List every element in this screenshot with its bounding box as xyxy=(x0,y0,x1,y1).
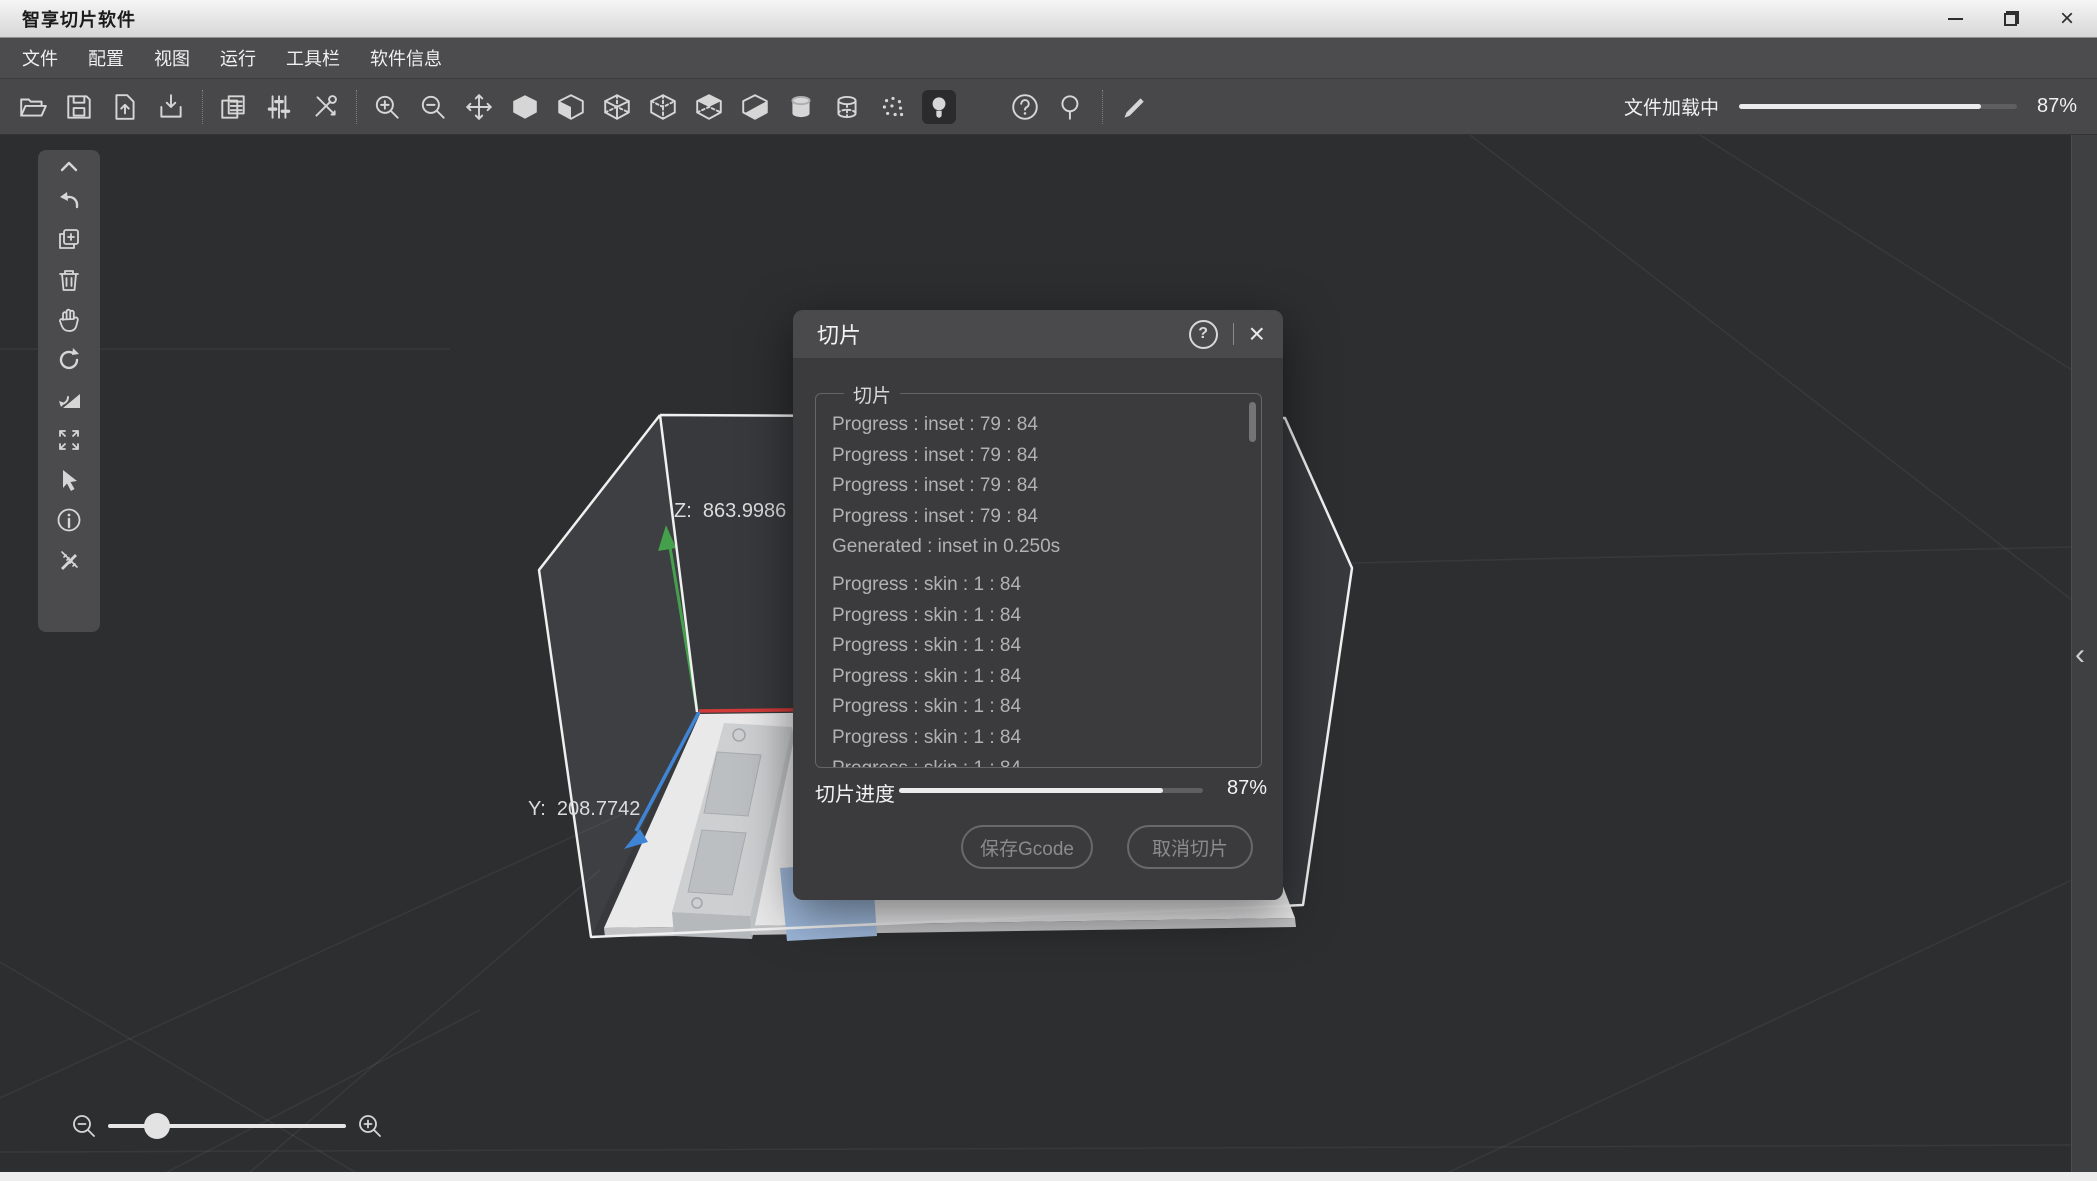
view-cylinder-wire-icon[interactable] xyxy=(830,90,864,124)
view-wireframe-icon[interactable] xyxy=(600,90,634,124)
view-hidden-wire-icon[interactable] xyxy=(646,90,680,124)
log-line: Progress : skin : 1 : 84 xyxy=(832,662,1237,693)
zoom-in-icon[interactable] xyxy=(370,90,404,124)
right-panel-strip: ‹ xyxy=(2071,135,2097,1172)
delete-model-icon[interactable] xyxy=(49,260,89,300)
close-icon: × xyxy=(2060,7,2074,31)
window-titlebar: 智享切片软件 × xyxy=(0,0,2097,38)
undo-icon[interactable] xyxy=(49,180,89,220)
scale-expand-icon[interactable] xyxy=(49,420,89,460)
view-solid-icon[interactable] xyxy=(508,90,542,124)
menu-toolbar[interactable]: 工具栏 xyxy=(286,45,340,71)
view-zoom-control xyxy=(70,1112,384,1140)
log-scrollbar-thumb[interactable] xyxy=(1249,402,1256,442)
parameter-sliders-icon[interactable] xyxy=(262,90,296,124)
dialog-separator xyxy=(1233,323,1234,345)
save-gcode-button[interactable]: 保存Gcode xyxy=(961,825,1093,869)
zoom-out-slider-icon[interactable] xyxy=(70,1112,98,1140)
open-file-icon[interactable] xyxy=(16,90,50,124)
log-line: Progress : inset : 79 : 84 xyxy=(832,502,1237,533)
window-title: 智享切片软件 xyxy=(22,6,136,32)
zoom-slider-track[interactable] xyxy=(108,1124,346,1128)
save-file-icon[interactable] xyxy=(62,90,96,124)
zoom-in-slider-icon[interactable] xyxy=(356,1112,384,1140)
view-faces-icon[interactable] xyxy=(554,90,588,124)
view-bottom-icon[interactable] xyxy=(692,90,726,124)
expand-panel-chevron[interactable]: ‹ xyxy=(2075,640,2085,670)
log-line: Generated : inset in 0.250s xyxy=(832,532,1237,563)
log-line: Progress : skin : 1 : 84 xyxy=(832,631,1237,662)
light-toggle-icon[interactable] xyxy=(922,90,956,124)
export-model-icon[interactable] xyxy=(154,90,188,124)
log-line: Progress : skin : 1 : 84 xyxy=(832,570,1237,601)
slicing-log-groupbox: 切片 Progress : inset : 79 : 84 Progress :… xyxy=(815,393,1262,768)
slicing-progress-fill xyxy=(899,788,1163,793)
view-points-icon[interactable] xyxy=(876,90,910,124)
minimize-icon xyxy=(1948,18,1963,20)
dialog-help-button[interactable]: ? xyxy=(1189,320,1218,349)
view-cylinder-icon[interactable] xyxy=(784,90,818,124)
slicing-log-list[interactable]: Progress : inset : 79 : 84 Progress : in… xyxy=(816,394,1261,767)
slicing-progressbar xyxy=(899,788,1203,793)
menu-file[interactable]: 文件 xyxy=(22,45,58,71)
toolbar-separator xyxy=(1102,90,1104,124)
z-axis-value-label: Z: 863.9986 xyxy=(674,500,786,523)
slicing-progress-label: 切片进度 xyxy=(815,778,895,807)
bottom-edge-strip xyxy=(0,1172,2097,1181)
dialog-close-button[interactable]: × xyxy=(1249,320,1265,348)
log-line: Progress : skin : 1 : 84 xyxy=(832,692,1237,723)
file-loading-percent: 87% xyxy=(2037,95,2077,118)
file-loading-progress-fill xyxy=(1739,104,1981,109)
log-line: Progress : inset : 79 : 84 xyxy=(832,441,1237,472)
menu-run[interactable]: 运行 xyxy=(220,45,256,71)
rotate-model-icon[interactable] xyxy=(49,340,89,380)
slicing-progress-percent: 87% xyxy=(1227,777,1267,800)
measure-pen-icon[interactable] xyxy=(1116,90,1150,124)
move-view-icon[interactable] xyxy=(462,90,496,124)
log-line: Progress : skin : 1 : 84 xyxy=(832,601,1237,632)
y-axis-value-label: Y: 208.7742 xyxy=(528,798,640,821)
pan-hand-icon[interactable] xyxy=(49,300,89,340)
minimize-button[interactable] xyxy=(1941,5,1969,33)
viewport-3d[interactable]: Z: 863.9986 Y: 208.7742 xyxy=(0,135,2097,1181)
search-icon[interactable] xyxy=(1054,90,1088,124)
batch-copy-icon[interactable] xyxy=(216,90,250,124)
zoom-slider-knob[interactable] xyxy=(144,1113,170,1139)
help-icon[interactable] xyxy=(1008,90,1042,124)
duplicate-model-icon[interactable] xyxy=(49,220,89,260)
import-model-icon[interactable] xyxy=(108,90,142,124)
select-cursor-icon[interactable] xyxy=(49,460,89,500)
log-line: Progress : inset : 79 : 84 xyxy=(832,410,1237,441)
log-line: Progress : inset : 79 : 84 xyxy=(832,471,1237,502)
restore-button[interactable] xyxy=(1997,5,2025,33)
file-loading-progressbar xyxy=(1739,104,2017,109)
file-loading-label: 文件加载中 xyxy=(1624,93,1719,120)
model-tool-panel xyxy=(38,150,100,632)
repair-tools-icon[interactable] xyxy=(308,90,342,124)
window-controls: × xyxy=(1941,0,2081,37)
menu-bar: 文件 配置 视图 运行 工具栏 软件信息 xyxy=(0,38,2097,79)
file-loading-area: 文件加载中 87% xyxy=(1624,93,2077,120)
restore-icon xyxy=(2004,11,2019,26)
menu-config[interactable]: 配置 xyxy=(88,45,124,71)
close-button[interactable]: × xyxy=(2053,5,2081,33)
menu-about[interactable]: 软件信息 xyxy=(370,45,442,71)
log-line: Progress : skin : 1 : 84 xyxy=(832,754,1237,767)
dialog-titlebar[interactable]: 切片 ? × xyxy=(793,310,1283,358)
main-toolbar: 文件加载中 87% xyxy=(0,79,2097,135)
zoom-out-icon[interactable] xyxy=(416,90,450,124)
slicing-dialog: 切片 ? × 切片 Progress : inset : 79 : 84 Pro… xyxy=(793,310,1283,900)
dialog-title: 切片 xyxy=(817,318,861,350)
mirror-model-icon[interactable] xyxy=(49,380,89,420)
toolbar-separator xyxy=(356,90,358,124)
menu-view[interactable]: 视图 xyxy=(154,45,190,71)
cancel-slicing-button[interactable]: 取消切片 xyxy=(1127,825,1253,869)
collapse-chevron-icon[interactable] xyxy=(49,154,89,180)
log-line: Progress : skin : 1 : 84 xyxy=(832,723,1237,754)
model-info-icon[interactable] xyxy=(49,500,89,540)
repair-tool-icon[interactable] xyxy=(49,540,89,580)
view-cutaway-icon[interactable] xyxy=(738,90,772,124)
toolbar-separator xyxy=(202,90,204,124)
